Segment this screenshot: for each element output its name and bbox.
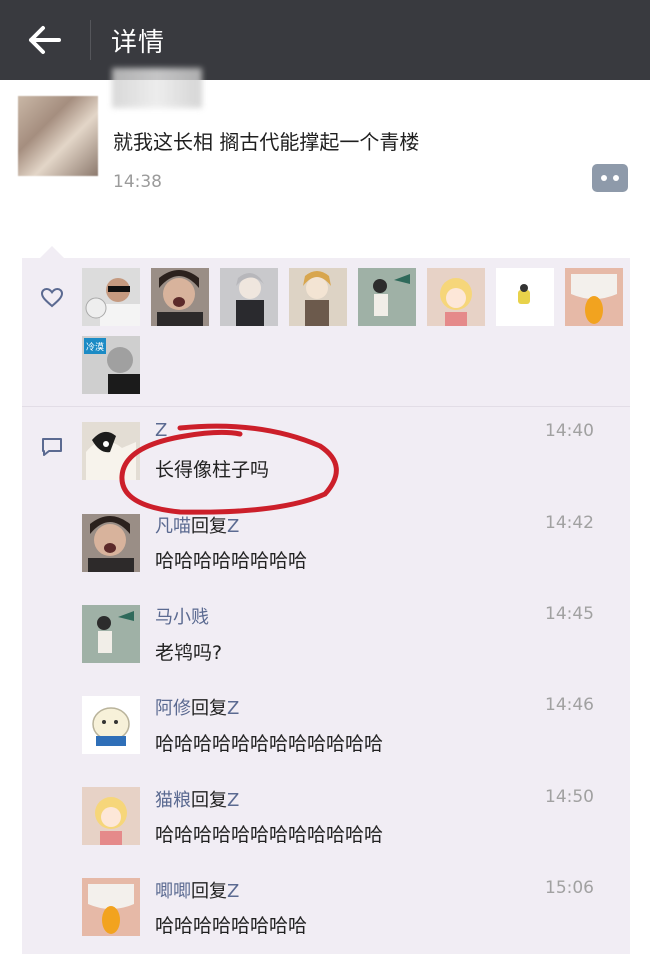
back-button[interactable] [0,0,90,80]
comment-avatar-3[interactable] [82,605,140,663]
like-avatar-8[interactable] [565,268,623,326]
comment-bubble-icon [42,438,62,456]
poster-name-blurred[interactable] [112,68,202,108]
back-arrow-icon [29,26,61,54]
comment-avatar-1[interactable] [82,422,140,480]
comment-time: 14:50 [545,787,594,807]
comment-time: 14:46 [545,695,594,715]
dot-icon [601,175,607,181]
comment-time: 14:40 [545,421,594,441]
like-avatar-2[interactable] [151,268,209,326]
like-sign-text: 冷漠 [86,341,104,353]
like-avatar-6[interactable] [427,268,485,326]
like-avatar-4[interactable] [289,268,347,326]
comment-text[interactable]: 哈哈哈哈哈哈哈哈哈哈哈哈 [155,820,383,847]
comment-time: 15:06 [545,878,594,898]
like-avatar-1[interactable] [82,268,140,326]
comment-time: 14:45 [545,604,594,624]
like-avatar-5[interactable] [358,268,416,326]
heart-icon [40,287,64,308]
comment-author[interactable]: 阿修回复Z [155,694,239,720]
post-text: 就我这长相 搁古代能撑起一个青楼 [113,130,420,154]
like-avatar-3[interactable] [220,268,278,326]
comment-author[interactable]: 唧唧回复Z [155,877,239,903]
comment-avatar-2[interactable] [82,514,140,572]
like-avatar-9[interactable]: 冷漠 [82,336,140,394]
post-time: 14:38 [113,172,162,192]
comment-text[interactable]: 哈哈哈哈哈哈哈哈 [155,911,307,938]
comment-author[interactable]: 马小贱 [155,603,209,629]
dot-icon [613,175,619,181]
comment-text[interactable]: 哈哈哈哈哈哈哈哈哈哈哈哈 [155,729,383,756]
like-avatar-7[interactable] [496,268,554,326]
comment-text[interactable]: 哈哈哈哈哈哈哈哈 [155,546,307,573]
page-title: 详情 [111,27,166,58]
likes-divider [22,406,630,407]
comment-time: 14:42 [545,513,594,533]
comment-avatar-6[interactable] [82,878,140,936]
top-bar: 详情 [0,0,650,80]
comment-action-button[interactable] [592,164,628,192]
comment-text[interactable]: 老鸨吗? [155,638,222,665]
panel-notch [40,246,64,258]
comment-author[interactable]: Z [155,420,167,441]
comment-avatar-5[interactable] [82,787,140,845]
comment-author[interactable]: 凡喵回复Z [155,512,239,538]
comment-avatar-4[interactable] [82,696,140,754]
comment-text[interactable]: 长得像柱子吗 [155,455,269,482]
poster-avatar[interactable] [18,96,98,176]
header-divider [90,20,91,60]
comment-author[interactable]: 猫粮回复Z [155,786,239,812]
